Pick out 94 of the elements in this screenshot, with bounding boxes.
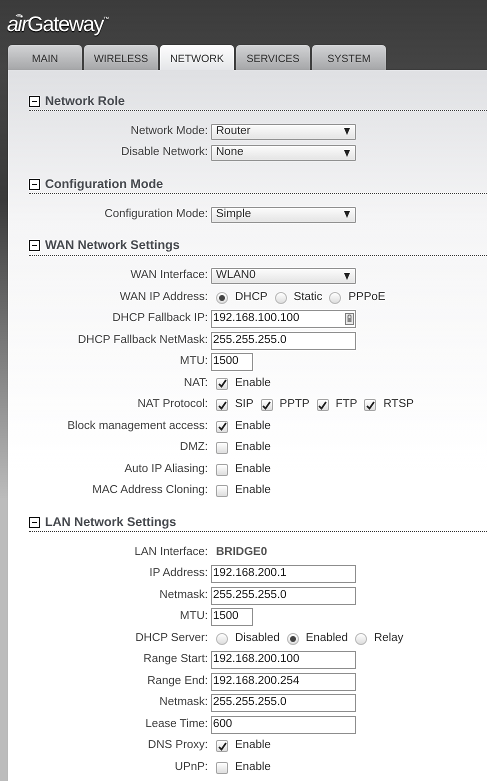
collapse-icon[interactable] (29, 240, 40, 251)
radio-button[interactable] (286, 632, 299, 644)
input-field[interactable]: 255.255.255.0 (211, 332, 356, 350)
wifi-icon (15, 11, 23, 17)
tab[interactable]: MAIN (8, 45, 82, 70)
option-label: Enable (235, 462, 271, 477)
collapse-icon[interactable] (29, 96, 40, 106)
input-field[interactable]: 1500 (211, 608, 253, 626)
collapse-icon[interactable] (29, 178, 40, 190)
checkbox[interactable] (216, 399, 228, 411)
field-label: Network Mode: (130, 124, 209, 139)
option-label: Enable (235, 418, 271, 434)
field-label: DHCP Fallback NetMask: (76, 332, 209, 348)
field-label: Block management access: (66, 418, 209, 434)
logo: airGateway$^{™}$ (7, 14, 108, 35)
lock-icon[interactable] (345, 313, 354, 325)
option-label: FTP (336, 397, 358, 412)
field-label: Range End: (146, 674, 209, 689)
option-label: SIP (235, 397, 254, 412)
radio-button[interactable] (274, 292, 287, 304)
section-title: Network Role (45, 92, 125, 110)
field-label: Netmask: (158, 695, 209, 710)
checkbox[interactable] (216, 762, 228, 774)
field-value: BRIDGE0 (215, 544, 268, 560)
option-label: PPTP (280, 397, 310, 412)
field-label: DHCP Server: (134, 630, 209, 646)
field-label: MAC Address Cloning: (91, 483, 209, 498)
field-label: LAN Interface: (133, 544, 209, 560)
checkbox[interactable] (260, 399, 273, 411)
section-title: WAN Network Settings (45, 237, 180, 254)
checkbox[interactable] (316, 399, 329, 411)
option-label: Enable (235, 760, 271, 775)
radio-button[interactable] (354, 632, 367, 644)
caret-icon (344, 211, 350, 218)
radio-button[interactable] (329, 292, 342, 304)
caret-icon (344, 150, 350, 156)
option-label: Enable (235, 738, 271, 754)
option-label: Static (294, 290, 322, 305)
option-label: RTSP (383, 397, 414, 412)
field-label: UPnP: (174, 760, 209, 775)
option-label: DHCP (235, 290, 268, 305)
field-label: IP Address: (148, 566, 209, 582)
caret-icon (344, 128, 350, 135)
input-field[interactable]: 192.168.200.1 (211, 565, 356, 583)
dropdown[interactable]: None (211, 145, 356, 161)
input-field[interactable]: 1500 (211, 353, 253, 371)
input-field[interactable]: 255.255.255.0 (211, 694, 356, 712)
field-label: DNS Proxy: (146, 738, 209, 754)
tab[interactable]: NETWORK (160, 45, 234, 70)
checkbox[interactable] (216, 740, 228, 752)
option-label: Disabled (235, 630, 280, 646)
input-field[interactable]: 192.168.200.254 (211, 672, 356, 690)
tab[interactable]: WIRELESS (84, 45, 158, 70)
option-label: Enable (235, 483, 271, 498)
checkbox[interactable] (364, 399, 376, 411)
checkbox[interactable] (216, 442, 228, 454)
field-label: Range Start: (142, 652, 209, 668)
field-label: Auto IP Aliasing: (123, 462, 209, 477)
input-field[interactable]: 192.168.100.100 (211, 310, 356, 328)
option-label: Enable (235, 440, 271, 456)
checkbox[interactable] (216, 485, 228, 497)
checkbox[interactable] (216, 464, 228, 476)
input-field[interactable]: 192.168.200.100 (211, 651, 356, 669)
field-label: DHCP Fallback IP: (111, 311, 209, 326)
dropdown[interactable]: Router (211, 124, 356, 140)
checkbox[interactable] (216, 378, 228, 390)
field-label: Netmask: (158, 588, 209, 603)
radio-button[interactable] (216, 632, 228, 644)
field-label: WAN Interface: (129, 268, 209, 284)
field-label: NAT: (182, 376, 209, 391)
input-field[interactable]: 600 (211, 716, 356, 734)
caret-icon (344, 272, 350, 280)
field-label: Disable Network: (120, 145, 209, 160)
tab[interactable]: SERVICES (236, 45, 310, 70)
dropdown[interactable]: WLAN0 (211, 268, 356, 284)
field-label: NAT Protocol: (136, 397, 209, 412)
option-label: Enabled (306, 630, 348, 646)
field-label: MTU: (178, 354, 209, 370)
field-label: MTU: (178, 609, 209, 624)
field-label: WAN IP Address: (118, 290, 209, 305)
tab[interactable]: SYSTEM (312, 45, 386, 70)
option-label: Relay (374, 630, 404, 646)
input-field[interactable]: 255.255.255.0 (211, 586, 356, 604)
field-label: Configuration Mode: (103, 206, 209, 222)
collapse-icon[interactable] (29, 516, 40, 528)
section-title: LAN Network Settings (45, 514, 176, 531)
option-label: Enable (235, 376, 271, 391)
option-label: PPPoE (348, 290, 386, 305)
section-title: Configuration Mode (45, 176, 164, 193)
radio-button[interactable] (216, 292, 228, 304)
field-label: DMZ: (178, 440, 209, 456)
checkbox[interactable] (216, 420, 228, 432)
field-label: Lease Time: (144, 716, 209, 732)
dropdown[interactable]: Simple (211, 206, 356, 222)
